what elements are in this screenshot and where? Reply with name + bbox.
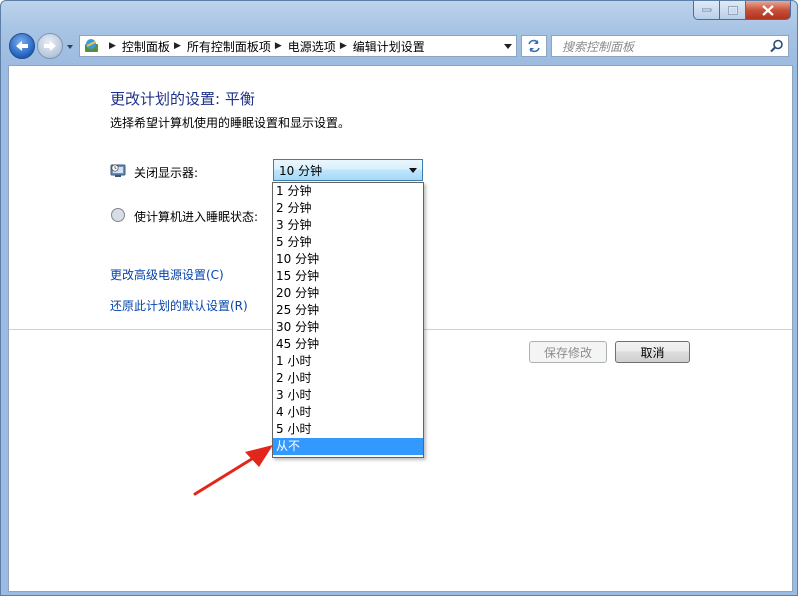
restore-defaults-link[interactable]: 还原此计划的默认设置(R) xyxy=(110,297,248,314)
dropdown-option[interactable]: 30 分钟 xyxy=(273,319,423,336)
navigation-bar: ▶ 控制面板 ▶ 所有控制面板项 ▶ 电源选项 ▶ 编辑计划设置 xyxy=(7,31,789,61)
search-input[interactable] xyxy=(560,37,764,57)
minimize-button[interactable] xyxy=(693,1,720,20)
window-frame: ▶ 控制面板 ▶ 所有控制面板项 ▶ 电源选项 ▶ 编辑计划设置 更改计划的设置… xyxy=(0,0,798,596)
chevron-down-icon xyxy=(409,168,417,173)
dropdown-option[interactable]: 25 分钟 xyxy=(273,302,423,319)
breadcrumb-separator-icon[interactable]: ▶ xyxy=(109,41,116,51)
display-off-select[interactable]: 10 分钟 xyxy=(273,159,423,181)
dropdown-option[interactable]: 20 分钟 xyxy=(273,285,423,302)
refresh-icon xyxy=(528,39,540,53)
advanced-power-settings-link[interactable]: 更改高级电源设置(C) xyxy=(110,266,224,283)
breadcrumb-separator-icon[interactable]: ▶ xyxy=(174,41,181,51)
address-bar[interactable]: ▶ 控制面板 ▶ 所有控制面板项 ▶ 电源选项 ▶ 编辑计划设置 xyxy=(79,35,517,57)
sleep-moon-icon xyxy=(111,208,125,222)
cancel-button[interactable]: 取消 xyxy=(615,341,690,363)
chevron-down-icon xyxy=(67,45,73,49)
breadcrumb: ▶ 控制面板 ▶ 所有控制面板项 ▶ 电源选项 ▶ 编辑计划设置 xyxy=(105,38,425,55)
display-off-dropdown-list: 1 分钟 2 分钟 3 分钟 5 分钟 10 分钟 15 分钟 20 分钟 25… xyxy=(272,182,424,458)
breadcrumb-item[interactable]: 控制面板 xyxy=(122,38,170,55)
recent-pages-button[interactable] xyxy=(65,41,75,51)
dropdown-option[interactable]: 5 小时 xyxy=(273,421,423,438)
display-off-value: 10 分钟 xyxy=(279,163,323,178)
sleep-label: 使计算机进入睡眠状态: xyxy=(134,210,259,224)
back-button[interactable] xyxy=(9,33,35,59)
breadcrumb-item[interactable]: 电源选项 xyxy=(288,38,336,55)
breadcrumb-separator-icon[interactable]: ▶ xyxy=(275,41,282,51)
dropdown-option[interactable]: 2 小时 xyxy=(273,370,423,387)
breadcrumb-separator-icon[interactable]: ▶ xyxy=(340,41,347,51)
display-off-label: 关闭显示器: xyxy=(134,166,199,180)
caption-buttons xyxy=(693,1,791,21)
page-subtitle: 选择希望计算机使用的睡眠设置和显示设置。 xyxy=(110,116,351,130)
close-button[interactable] xyxy=(746,1,791,20)
dropdown-option[interactable]: 4 小时 xyxy=(273,404,423,421)
page-title: 更改计划的设置: 平衡 xyxy=(110,90,255,108)
control-panel-icon xyxy=(85,39,98,52)
dropdown-option-highlighted[interactable]: 从不 xyxy=(273,438,423,455)
maximize-icon xyxy=(727,5,738,15)
dropdown-option[interactable]: 15 分钟 xyxy=(273,268,423,285)
monitor-icon xyxy=(110,164,126,177)
close-icon xyxy=(762,4,774,16)
address-dropdown-icon[interactable] xyxy=(502,40,514,52)
forward-button[interactable] xyxy=(37,33,63,59)
search-icon[interactable] xyxy=(770,39,784,53)
back-arrow-icon xyxy=(16,41,28,51)
breadcrumb-item[interactable]: 所有控制面板项 xyxy=(187,38,271,55)
dropdown-option[interactable]: 3 小时 xyxy=(273,387,423,404)
dropdown-option[interactable]: 1 小时 xyxy=(273,353,423,370)
dropdown-option[interactable]: 5 分钟 xyxy=(273,234,423,251)
dropdown-option[interactable]: 1 分钟 xyxy=(273,183,423,200)
forward-arrow-icon xyxy=(44,41,56,51)
maximize-button[interactable] xyxy=(720,1,746,20)
dropdown-option[interactable]: 2 分钟 xyxy=(273,200,423,217)
refresh-button[interactable] xyxy=(521,35,547,57)
minimize-icon xyxy=(701,8,711,12)
dropdown-option[interactable]: 3 分钟 xyxy=(273,217,423,234)
save-button[interactable]: 保存修改 xyxy=(529,341,607,363)
dropdown-option[interactable]: 10 分钟 xyxy=(273,251,423,268)
breadcrumb-item[interactable]: 编辑计划设置 xyxy=(353,38,425,55)
red-arrow-annotation-icon xyxy=(193,445,273,496)
dropdown-option[interactable]: 45 分钟 xyxy=(273,336,423,353)
search-box[interactable] xyxy=(551,35,789,57)
